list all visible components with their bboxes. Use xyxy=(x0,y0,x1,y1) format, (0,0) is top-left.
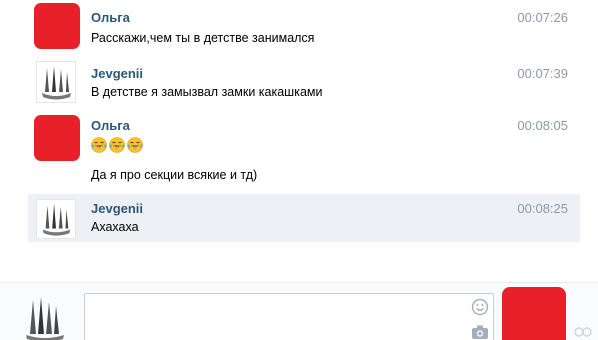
message-author[interactable]: Ольга xyxy=(91,118,130,133)
message-item: Jevgenii 00:07:39 В детстве я замызвал з… xyxy=(28,56,580,112)
avatar-jevgenii[interactable] xyxy=(36,61,76,103)
message-time[interactable]: 00:07:39 xyxy=(517,66,568,81)
message-time[interactable]: 00:08:25 xyxy=(517,201,568,216)
message-time[interactable]: 00:07:26 xyxy=(517,10,568,25)
message-author[interactable]: Jevgenii xyxy=(91,201,143,216)
message-input-box[interactable] xyxy=(84,293,494,340)
message-input[interactable] xyxy=(85,294,465,340)
knife-set-icon xyxy=(16,294,74,340)
message-text: Ахахаха xyxy=(91,220,139,234)
avatar-jevgenii[interactable] xyxy=(36,199,76,239)
avatar-olga[interactable] xyxy=(34,3,80,49)
message-text: Расскажи,чем ты в детстве занимался xyxy=(91,31,315,45)
smile-icon[interactable] xyxy=(471,298,489,316)
face-with-tears-of-joy-icon xyxy=(109,137,125,153)
message-history: Ольга 00:07:26 Расскажи,чем ты в детстве… xyxy=(0,0,598,282)
knife-set-icon xyxy=(37,62,75,102)
message-text: В детстве я замызвал замки какашками xyxy=(91,85,323,99)
message-author[interactable]: Jevgenii xyxy=(91,66,143,81)
avatar-olga[interactable] xyxy=(34,115,80,161)
message-item: Jevgenii 00:08:25 Ахахаха xyxy=(28,194,580,242)
message-item: Ольга 00:08:05 Да я про секции всякие и … xyxy=(28,112,580,192)
face-with-tears-of-joy-icon xyxy=(127,137,143,153)
camera-icon[interactable] xyxy=(471,324,489,340)
peer-avatar[interactable] xyxy=(502,287,566,340)
message-composer xyxy=(0,283,598,340)
my-avatar[interactable] xyxy=(16,294,74,340)
face-with-tears-of-joy-icon xyxy=(91,137,107,153)
chat-window: Ольга 00:07:26 Расскажи,чем ты в детстве… xyxy=(0,0,598,340)
emoji-corner-icon xyxy=(574,327,592,337)
message-time[interactable]: 00:08:05 xyxy=(517,118,568,133)
message-text: Да я про секции всякие и тд) xyxy=(91,168,258,182)
emoji-row xyxy=(91,137,143,153)
message-item: Ольга 00:07:26 Расскажи,чем ты в детстве… xyxy=(28,0,580,56)
message-author[interactable]: Ольга xyxy=(91,10,130,25)
knife-set-icon xyxy=(37,200,75,238)
